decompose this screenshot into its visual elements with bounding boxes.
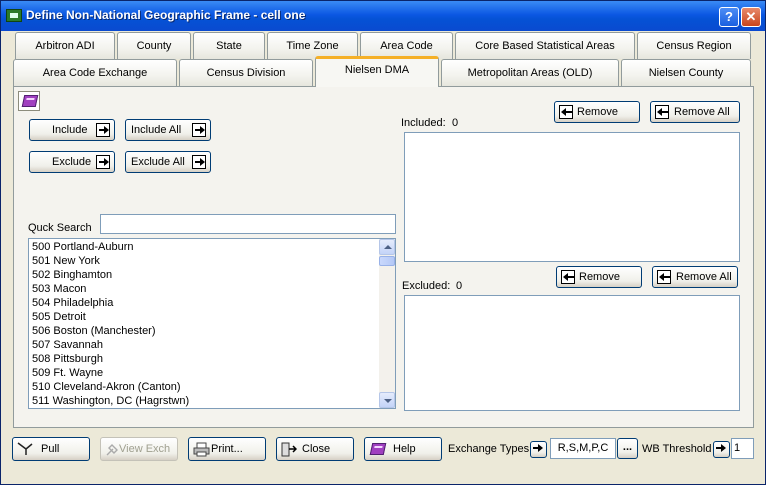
arrow-right-icon: [714, 442, 729, 457]
included-remove-all-button[interactable]: Remove All: [650, 101, 740, 123]
exchange-types-label: Exchange Types: [448, 443, 530, 455]
tab-time-zone[interactable]: Time Zone: [267, 32, 358, 59]
tab-census-region[interactable]: Census Region: [637, 32, 751, 59]
list-item[interactable]: 509 Ft. Wayne: [29, 366, 395, 380]
printer-icon: [193, 442, 210, 457]
excluded-count: 0: [456, 280, 463, 292]
book-icon: [21, 95, 39, 107]
arrow-left-icon: [561, 270, 575, 284]
include-all-label: Include All: [131, 124, 182, 136]
list-item[interactable]: 500 Portland-Auburn: [29, 240, 395, 254]
included-remove-label: Remove: [577, 106, 618, 118]
list-item[interactable]: 510 Cleveland-Akron (Canton): [29, 380, 395, 394]
view-exch-icon: [106, 444, 118, 456]
included-remove-all-label: Remove All: [674, 106, 730, 118]
app-icon: [6, 9, 22, 22]
scroll-thumb[interactable]: [379, 256, 395, 266]
include-button[interactable]: Include: [29, 119, 115, 141]
arrow-left-icon: [657, 270, 671, 284]
included-label: Included:: [401, 117, 446, 129]
arrow-right-icon: [531, 442, 546, 457]
list-item[interactable]: 505 Detroit: [29, 310, 395, 324]
close-button[interactable]: Close: [276, 437, 354, 461]
excluded-remove-label: Remove: [579, 271, 620, 283]
quick-search-label: Quck Search: [28, 222, 92, 234]
exchange-types-field[interactable]: R,S,M,P,C: [550, 438, 616, 459]
title-bar: Define Non-National Geographic Frame - c…: [1, 1, 765, 31]
list-item[interactable]: 507 Savannah: [29, 338, 395, 352]
dialog-window: Define Non-National Geographic Frame - c…: [0, 0, 766, 485]
help-book-icon: [369, 443, 387, 455]
quick-search-input[interactable]: [100, 214, 396, 234]
help-title-button[interactable]: ?: [719, 7, 739, 27]
tab-core-based-statistical-areas[interactable]: Core Based Statistical Areas: [455, 32, 635, 59]
tab-arbitron-adi[interactable]: Arbitron ADI: [15, 32, 115, 59]
included-remove-button[interactable]: Remove: [554, 101, 640, 123]
scroll-up-button[interactable]: [379, 239, 395, 255]
list-item[interactable]: 501 New York: [29, 254, 395, 268]
excluded-list[interactable]: [404, 295, 740, 411]
excluded-remove-all-button[interactable]: Remove All: [652, 266, 738, 288]
list-item[interactable]: 504 Philadelphia: [29, 296, 395, 310]
pull-icon: [17, 442, 33, 455]
exit-door-icon: [281, 442, 297, 457]
vertical-scrollbar[interactable]: [379, 239, 395, 408]
exchange-types-browse-button[interactable]: ...: [617, 438, 638, 459]
pull-label: Pull: [41, 443, 60, 455]
tab-panel: Include Include All Exclude Exclude All …: [13, 86, 754, 428]
include-all-button[interactable]: Include All: [125, 119, 211, 141]
list-item[interactable]: 503 Macon: [29, 282, 395, 296]
wb-threshold-label: WB Threshold: [642, 443, 712, 455]
list-item[interactable]: 502 Binghamton: [29, 268, 395, 282]
include-label: Include: [52, 124, 88, 136]
exclude-all-label: Exclude All: [131, 156, 185, 168]
wb-threshold-arrow-button[interactable]: [713, 441, 730, 458]
tab-nielsen-dma[interactable]: Nielsen DMA: [315, 56, 439, 87]
print-button[interactable]: Print...: [188, 437, 266, 461]
tab-area-code-exchange[interactable]: Area Code Exchange: [13, 59, 177, 86]
excluded-remove-button[interactable]: Remove: [556, 266, 642, 288]
view-exch-label: View Exch: [119, 443, 171, 455]
tab-state[interactable]: State: [193, 32, 265, 59]
print-label: Print...: [211, 443, 243, 455]
included-list[interactable]: [404, 132, 740, 262]
arrow-left-icon: [655, 105, 669, 119]
pull-button[interactable]: Pull: [12, 437, 90, 461]
view-exch-button[interactable]: View Exch: [100, 437, 178, 461]
tab-metropolitan-areas-old[interactable]: Metropolitan Areas (OLD): [441, 59, 619, 86]
arrow-right-icon: [192, 155, 206, 169]
arrow-right-icon: [96, 123, 110, 137]
close-title-button[interactable]: ✕: [741, 7, 761, 27]
tab-census-division[interactable]: Census Division: [179, 59, 313, 86]
book-button[interactable]: [18, 91, 40, 111]
close-label: Close: [302, 443, 331, 455]
wb-threshold-field[interactable]: 1: [731, 438, 754, 459]
tab-nielsen-county[interactable]: Nielsen County: [621, 59, 751, 86]
tab-county[interactable]: County: [117, 32, 191, 59]
dma-list[interactable]: 500 Portland-Auburn 501 New York 502 Bin…: [28, 238, 396, 409]
list-item[interactable]: 511 Washington, DC (Hagrstwn): [29, 394, 395, 408]
scroll-down-button[interactable]: [379, 392, 395, 408]
included-count: 0: [452, 117, 459, 129]
list-item[interactable]: 508 Pittsburgh: [29, 352, 395, 366]
list-item[interactable]: 506 Boston (Manchester): [29, 324, 395, 338]
arrow-right-icon: [192, 123, 206, 137]
exclude-label: Exclude: [52, 156, 92, 168]
exchange-types-arrow-button[interactable]: [530, 441, 547, 458]
arrow-right-icon: [96, 155, 110, 169]
help-label: Help: [393, 443, 416, 455]
exclude-button[interactable]: Exclude: [29, 151, 115, 173]
excluded-label: Excluded:: [402, 280, 451, 292]
tab-area-code[interactable]: Area Code: [360, 32, 453, 59]
help-button[interactable]: Help: [364, 437, 442, 461]
window-title: Define Non-National Geographic Frame - c…: [26, 8, 306, 22]
exclude-all-button[interactable]: Exclude All: [125, 151, 211, 173]
arrow-left-icon: [559, 105, 573, 119]
excluded-remove-all-label: Remove All: [676, 271, 732, 283]
